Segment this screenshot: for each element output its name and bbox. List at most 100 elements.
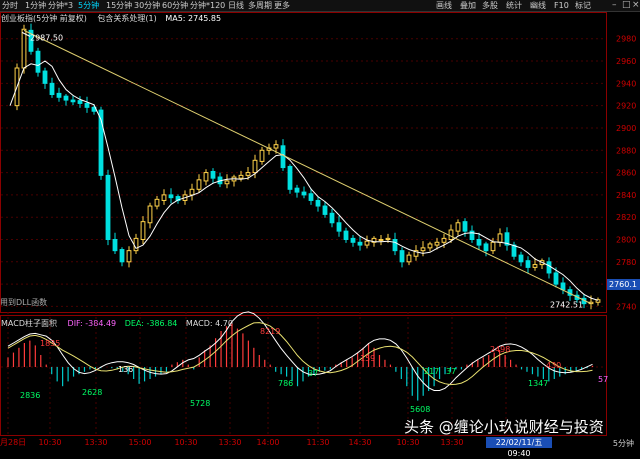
x-tick-3: 15:00 [128,438,151,447]
candle-body-69 [490,241,496,252]
candle-body-68 [483,243,489,252]
candle-body-8 [63,95,69,101]
candle-body-6 [49,82,55,95]
trendline [23,29,592,305]
area-label-11: 37 [446,367,456,376]
candle-body-75 [532,264,538,268]
candle-body-73 [518,254,524,263]
candle-body-47 [336,222,342,232]
x-tick-5: 13:30 [218,438,241,447]
candle-body-19 [140,221,146,240]
x-tick-8: 14:30 [348,438,371,447]
candle-body-63 [448,229,454,240]
candle-body-74 [525,260,531,268]
candle-body-70 [497,233,503,243]
candle-body-31 [224,180,230,185]
y-tick-5: 2840 [616,191,636,200]
x-tick-10: 13:30 [440,438,463,447]
candle-body-55 [392,239,398,252]
x-tick-4: 10:30 [174,438,197,447]
candle-body-21 [154,198,160,207]
candle-body-33 [238,174,244,179]
candle-body-77 [546,261,552,274]
x-tick-6: 14:00 [256,438,279,447]
candle-body-59 [420,247,426,252]
area-label-8: 159 [360,354,375,363]
y-tick-6: 2860 [616,169,636,178]
area-label-12: 2498 [490,345,510,354]
area-label-15: 57 [598,375,608,384]
x-tick-0: 01月28日 [0,438,26,447]
candle-body-56 [399,250,405,263]
candle-body-20 [147,205,153,224]
area-label-2: 2628 [82,388,102,397]
y-tick-8: 2900 [616,124,636,133]
x-tick-1: 10:30 [38,438,61,447]
candle-body-62 [441,237,447,243]
y-tick-12: 2980 [616,35,636,44]
candle-body-5 [42,70,48,84]
period-tag: 5分钟 [612,439,634,448]
y-tick-2: 2780 [616,258,636,267]
y-tick-7: 2880 [616,146,636,155]
area-label-10: 217 [424,367,439,376]
candle-body-49 [350,237,356,243]
candle-body-35 [252,159,258,174]
candle-body-78 [553,272,559,285]
candle-body-27 [196,179,202,190]
y-tick-0: 2740 [616,302,636,311]
candle-body-65 [462,221,468,232]
area-label-4: 5728 [190,399,210,408]
candle-body-36 [259,149,265,162]
candle-body-46 [329,212,335,224]
candle-body-51 [364,240,370,246]
candle-body-22 [161,194,167,201]
area-label-1: 2836 [20,391,40,400]
candle-body-50 [357,241,363,246]
candle-body-38 [273,144,279,149]
area-label-13: 1347 [528,379,548,388]
x-tick-2: 13:30 [84,438,107,447]
candle-body-7 [56,92,62,98]
y-tick-10: 2940 [616,79,636,88]
candle-body-15 [112,239,118,252]
area-label-9: 5608 [410,405,430,414]
candle-body-39 [280,145,286,169]
candle-body-14 [105,174,111,240]
candle-body-61 [434,241,440,246]
candle-body-4 [35,50,41,73]
area-label-3: 136 [118,365,133,374]
candle-body-26 [189,188,195,196]
candle-body-42 [301,191,307,196]
low-label: 2742.51 [550,301,583,310]
chart-canvas: 2740276027802800282028402860288029002920… [0,12,640,447]
candle-body-29 [210,170,216,179]
watermark: 头条 @缠论小玖说财经与投资 [404,418,604,436]
candle-body-41 [294,187,300,193]
candle-body-72 [511,244,517,257]
candle-body-44 [315,199,321,207]
candle-body-2 [21,28,27,69]
y-tick-3: 2800 [616,236,636,245]
candle-body-79 [560,282,566,291]
candle-body-9 [70,99,76,103]
area-label-6: 786 [278,379,293,388]
date-box: 22/02/11/五 09:40 [486,437,552,458]
candle-body-40 [287,165,293,190]
candle-body-16 [119,249,125,263]
candle-body-23 [168,194,174,199]
candle-body-54 [385,237,391,240]
candle-body-34 [245,172,251,176]
high-label: 2987.50 [30,33,63,42]
candle-body-28 [203,172,209,182]
candle-body-10 [77,100,83,104]
candle-body-43 [308,193,314,201]
candle-body-64 [455,222,461,232]
area-label-14: 430 [546,361,561,370]
candle-body-60 [427,243,433,249]
area-label-7: 37 [308,369,318,378]
candle-body-17 [126,250,132,263]
candle-body-53 [378,239,384,241]
candle-body-11 [84,102,90,108]
candle-body-67 [476,239,482,246]
